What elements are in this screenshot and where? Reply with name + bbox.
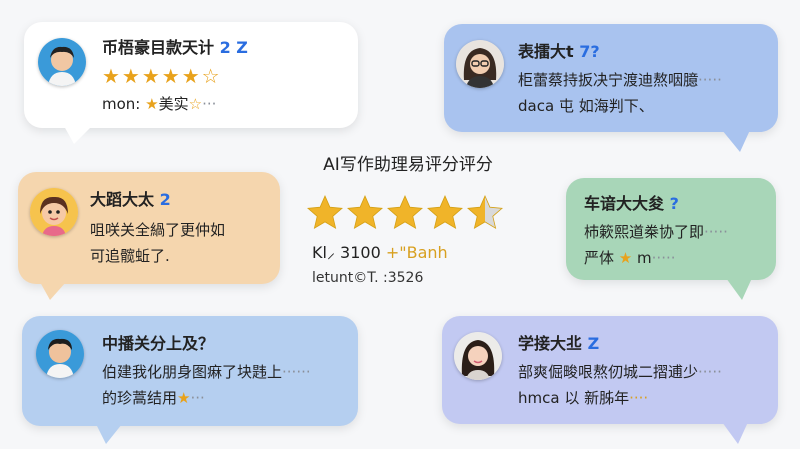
name-suffix: Z	[587, 334, 600, 353]
ellipsis: ···	[202, 95, 217, 113]
review-bubble-bottom-left[interactable]: 中播关分上及？ 伯建我化朋身图痳了块韪上······ 的珍蒿结用★···	[22, 316, 358, 426]
star-icon	[387, 195, 423, 230]
ellipsis: ···	[190, 389, 205, 407]
review-text: 咀咲关全緺了更仲如	[90, 221, 226, 239]
ellipsis: ····	[629, 389, 649, 407]
ellipsis: ·····	[704, 223, 728, 241]
review-text-2: 的珍蒿结用	[102, 389, 178, 407]
rating-count-suffix: +"Banh	[385, 243, 448, 262]
review-text: 柜蕾蔡持扳决宁渡迪熬咽臆	[518, 71, 699, 89]
star-icon: ★	[145, 95, 159, 113]
avatar	[38, 38, 86, 86]
bubble-tail	[40, 282, 66, 300]
reviewer-name: 学接大丠	[518, 334, 583, 353]
review-bubble-top-right[interactable]: 表擂大t 7? 柜蕾蔡持扳决宁渡迪熬咽臆····· daca 屯 如海判下、	[444, 24, 778, 132]
star-outline-icon: ☆	[188, 95, 203, 113]
ellipsis: ······	[282, 363, 311, 381]
avatar	[36, 330, 84, 378]
bubble-tail	[96, 424, 122, 444]
name-suffix: 2	[159, 190, 171, 209]
review-bubble-bottom-right[interactable]: 学接大丠 Z 部爽倔畯哏熬仞城二摺逋少····· hmca 以 新胏年····	[442, 316, 778, 424]
star-icon	[427, 195, 463, 230]
rating-count-value: Kl⸝ 3100	[312, 243, 381, 262]
reviewer-name: 车谙大大夋	[584, 194, 665, 213]
review-text: 部爽倔畯哏熬仞城二摺逋少	[518, 363, 699, 381]
review-text-2: m	[637, 249, 652, 267]
review-text-2: daca 屯 如海判下、	[518, 97, 654, 115]
avatar	[454, 332, 502, 380]
review-text-2: hmca 以 新胏年	[518, 389, 630, 407]
review-prefix: 严体	[584, 249, 615, 267]
bubble-tail	[726, 278, 752, 300]
review-prefix: mon:	[102, 95, 141, 113]
name-suffix: ?	[669, 194, 679, 213]
rating-date: letunt©T. :3526	[312, 270, 424, 286]
ellipsis: ·····	[698, 363, 722, 381]
avatar	[30, 188, 78, 236]
rating-stars: ★★★★★☆	[102, 64, 222, 88]
ellipsis: ·····	[651, 249, 676, 267]
bubble-tail	[722, 422, 748, 444]
bubble-tail	[64, 126, 92, 144]
reviewer-name: 表擂大t	[518, 42, 574, 61]
rating-title: AI写作助理易评分评分	[323, 155, 493, 175]
review-text: 美实	[158, 95, 189, 113]
rating-count: Kl⸝ 3100 +"Banh	[312, 241, 448, 263]
review-text: 杮簌熙道桊协了即	[584, 223, 705, 241]
name-suffix: 7?	[579, 42, 600, 61]
bubble-tail	[722, 130, 750, 152]
avatar	[456, 40, 504, 88]
ellipsis: ·····	[698, 71, 722, 89]
review-bubble-mid-left[interactable]: 大蹈大太 2 咀咲关全緺了更仲如 可追髋蚯了.	[18, 172, 280, 284]
star-icon: ★	[618, 249, 633, 267]
reviewer-name: 大蹈大太	[90, 190, 155, 209]
star-icon	[307, 195, 343, 230]
reviewer-name: 中播关分上及？	[102, 334, 215, 353]
star-icon	[467, 195, 503, 230]
review-bubble-top-left[interactable]: 币梧豪目款天计 2 Z ★★★★★☆ mon: ★美实☆···	[24, 22, 358, 128]
star-icon: ★	[177, 389, 191, 407]
review-bubble-mid-right[interactable]: 车谙大大夋 ? 杮簌熙道桊协了即····· 严体 ★ m·····	[566, 178, 776, 280]
reviewer-name: 币梧豪目款天计	[102, 38, 215, 57]
review-text: 伯建我化朋身图痳了块韪上	[102, 363, 283, 381]
name-suffix: 2 Z	[219, 38, 248, 57]
review-text-2: 可追髋蚯了.	[90, 247, 170, 265]
star-icon	[347, 195, 383, 230]
overall-rating-stars	[306, 194, 506, 236]
